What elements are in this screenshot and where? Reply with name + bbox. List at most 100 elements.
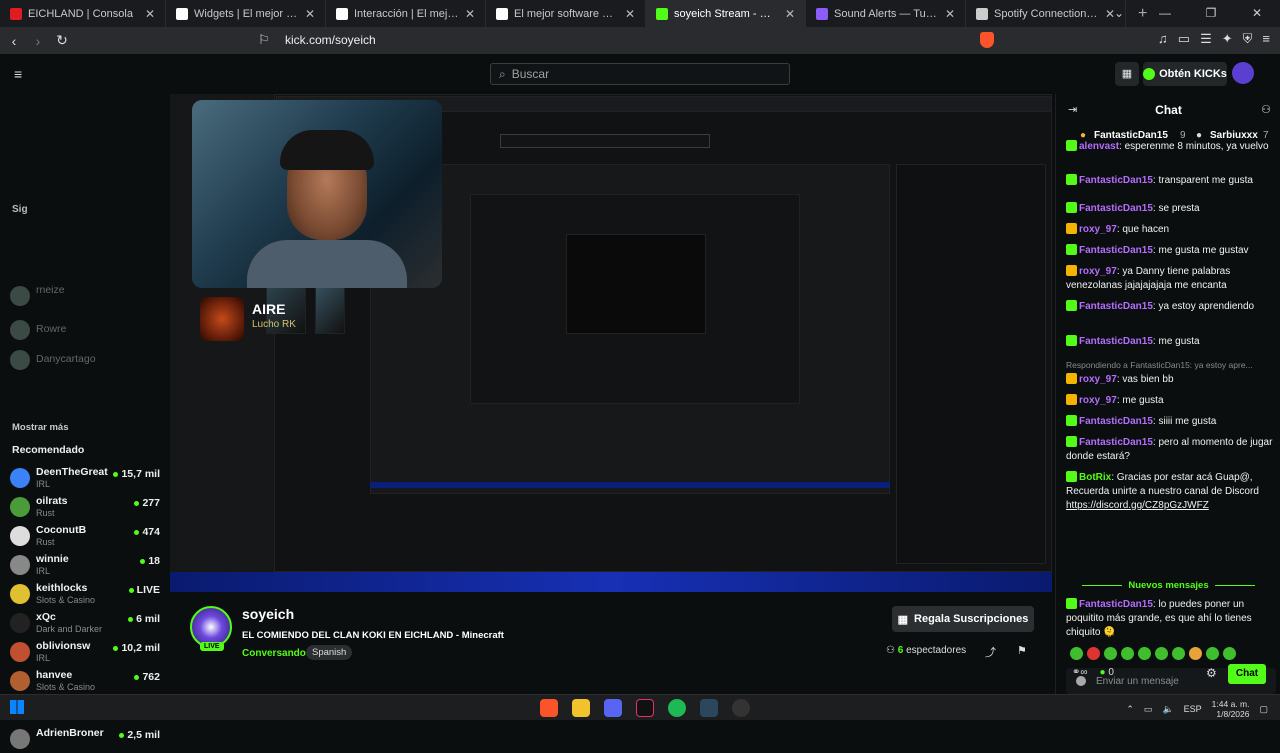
language-tag[interactable]: Spanish <box>306 645 353 660</box>
chat-link[interactable]: https://discord.gg/CZ8pGzJWFZ <box>1066 500 1209 511</box>
new-messages-divider[interactable]: Nuevos mensajes <box>1056 580 1280 591</box>
tab-title: soyeich Stream - Watch Live on <box>674 7 779 20</box>
windows-start-icon[interactable] <box>10 700 24 714</box>
volume-icon[interactable]: 🔈 <box>1162 704 1173 715</box>
chat-username[interactable]: FantasticDan15 <box>1079 175 1153 186</box>
chat-username[interactable]: roxy_97 <box>1079 395 1117 406</box>
language-indicator[interactable]: ESP <box>1184 704 1202 714</box>
sidebar-recommended-item[interactable]: AdrienBroner 2,5 mil <box>10 727 160 753</box>
emote-icon[interactable] <box>1206 647 1219 660</box>
explorer-app-icon[interactable] <box>572 699 590 717</box>
close-tab-icon[interactable]: ✕ <box>785 7 795 21</box>
chat-username[interactable]: alenvast <box>1079 141 1119 152</box>
emote-icon[interactable] <box>1138 647 1151 660</box>
discord-app-icon[interactable] <box>604 699 622 717</box>
close-tab-icon[interactable]: ✕ <box>305 7 315 21</box>
obs-app-icon[interactable] <box>732 699 750 717</box>
chat-username[interactable]: FantasticDan15 <box>1079 245 1153 256</box>
sidebar-icon[interactable]: ▭ <box>1178 31 1190 47</box>
browser-tab[interactable]: EICHLAND | Consola ✕ <box>0 0 166 27</box>
browser-tab[interactable]: Widgets | El mejor software para p ✕ <box>166 0 326 27</box>
chat-username[interactable]: FantasticDan15 <box>1079 416 1153 427</box>
chat-username[interactable]: roxy_97 <box>1079 374 1117 385</box>
sidebar-recommended-item[interactable]: winnie IRL 18 <box>10 553 160 579</box>
chat-username[interactable]: FantasticDan15 <box>1079 437 1153 448</box>
sidebar-following-item[interactable]: Rowre <box>10 318 160 344</box>
sidebar-following-item[interactable]: Danycartago <box>10 348 160 374</box>
chat-users-icon[interactable]: ⚇ <box>1261 103 1271 116</box>
sidebar-recommended-item[interactable]: DeenTheGreat IRL 15,7 mil <box>10 466 160 492</box>
browser-tab[interactable]: El mejor software para potenciar tu ✕ <box>486 0 646 27</box>
extensions-icon[interactable]: ✦ <box>1222 31 1233 47</box>
category-link[interactable]: Conversando <box>242 648 306 659</box>
network-icon[interactable]: ▭ <box>1144 704 1153 715</box>
reload-icon[interactable]: ↻ <box>52 32 72 49</box>
vpn-icon[interactable]: ⛨ <box>1243 31 1253 47</box>
forward-icon[interactable]: › <box>28 33 48 49</box>
video-player[interactable]: AIRE Lucho RK <box>170 94 1052 592</box>
tab-search-button[interactable]: ⌄ <box>1096 0 1142 27</box>
sidebar-recommended-item[interactable]: keithlocks Slots & Casino LIVE <box>10 582 160 608</box>
sidebar-following-item[interactable]: rneize <box>10 284 160 310</box>
steam-app-icon[interactable] <box>700 699 718 717</box>
streamer-name[interactable]: soyeich <box>242 606 294 622</box>
emote-icon[interactable] <box>1087 647 1100 660</box>
follow-icon[interactable]: ⚑ <box>1017 644 1027 657</box>
chat-username[interactable]: FantasticDan15 <box>1079 336 1153 347</box>
close-tab-icon[interactable]: ✕ <box>465 7 475 21</box>
maximize-button[interactable]: ❐ <box>1188 0 1234 27</box>
emote-icon[interactable] <box>1172 647 1185 660</box>
close-tab-icon[interactable]: ✕ <box>625 7 635 21</box>
menu-icon[interactable]: ≡ <box>1262 31 1270 47</box>
close-tab-icon[interactable]: ✕ <box>145 7 155 21</box>
browser-tab[interactable]: Interacción | El mejor software para ✕ <box>326 0 486 27</box>
url-field[interactable]: kick.com/soyeich <box>285 33 376 47</box>
close-tab-icon[interactable]: ✕ <box>945 7 955 21</box>
viewer-count: 474 <box>134 526 160 538</box>
gift-icon[interactable]: ▦ <box>1115 62 1139 86</box>
media-icon[interactable]: ♫ <box>1158 31 1168 47</box>
chat-username[interactable]: BotRix <box>1079 472 1111 483</box>
emote-icon[interactable] <box>1155 647 1168 660</box>
chat-settings-icon[interactable]: ⚙ <box>1206 666 1217 680</box>
notifications-icon[interactable]: ▢ <box>1259 704 1268 715</box>
chat-username[interactable]: roxy_97 <box>1079 224 1117 235</box>
emote-icon[interactable] <box>1104 647 1117 660</box>
tray-chevron-icon[interactable]: ⌃ <box>1126 704 1134 715</box>
clock[interactable]: 1:44 a. m. 1/8/2026 <box>1212 699 1250 719</box>
gift-subs-button[interactable]: ▦ Regala Suscripciones <box>892 606 1034 632</box>
sidebar-recommended-item[interactable]: CoconutB Rust 474 <box>10 524 160 550</box>
browser-tab[interactable]: soyeich Stream - Watch Live on ✕ <box>646 0 806 27</box>
brave-app-icon[interactable] <box>540 699 558 717</box>
show-more-link[interactable]: Mostrar más <box>12 422 69 433</box>
minimize-button[interactable]: — <box>1142 0 1188 27</box>
user-avatar[interactable] <box>1232 62 1254 84</box>
close-window-button[interactable]: ✕ <box>1234 0 1280 27</box>
sidebar-recommended-item[interactable]: oilrats Rust 277 <box>10 495 160 521</box>
chat-username[interactable]: FantasticDan15 <box>1079 599 1153 610</box>
hamburger-icon[interactable]: ≡ <box>14 66 22 82</box>
bookmark-icon[interactable]: ⚐ <box>258 32 270 48</box>
back-icon[interactable]: ‹ <box>4 33 24 49</box>
brave-shields-icon[interactable] <box>980 32 994 48</box>
emote-icon[interactable] <box>1189 647 1202 660</box>
tiktok-app-icon[interactable] <box>636 699 654 717</box>
emote-icon[interactable] <box>1121 647 1134 660</box>
sidebar-recommended-item[interactable]: oblivionsw IRL 10,2 mil <box>10 640 160 666</box>
bookmarks-icon[interactable]: ☰ <box>1200 31 1212 47</box>
spotify-app-icon[interactable] <box>668 699 686 717</box>
emote-icon[interactable] <box>1070 647 1083 660</box>
share-icon[interactable]: ⤴ <box>985 644 996 660</box>
chat-username[interactable]: FantasticDan15 <box>1079 203 1153 214</box>
kicks-balance[interactable]: ● 0 <box>1100 667 1114 678</box>
get-kicks-button[interactable]: Obtén KICKs <box>1143 62 1227 86</box>
chat-username[interactable]: roxy_97 <box>1079 266 1117 277</box>
search-input[interactable]: ⌕ Buscar <box>490 63 790 85</box>
chat-username[interactable]: FantasticDan15 <box>1079 301 1153 312</box>
infinity-icon[interactable]: ⚭∞ <box>1072 667 1088 678</box>
browser-tab[interactable]: Sound Alerts — Tu herramienta de ✕ <box>806 0 966 27</box>
chat-send-button[interactable]: Chat <box>1228 664 1266 684</box>
sidebar-recommended-item[interactable]: hanvee Slots & Casino 762 <box>10 669 160 695</box>
emote-icon[interactable] <box>1223 647 1236 660</box>
sidebar-recommended-item[interactable]: xQc Dark and Darker 6 mil <box>10 611 160 637</box>
